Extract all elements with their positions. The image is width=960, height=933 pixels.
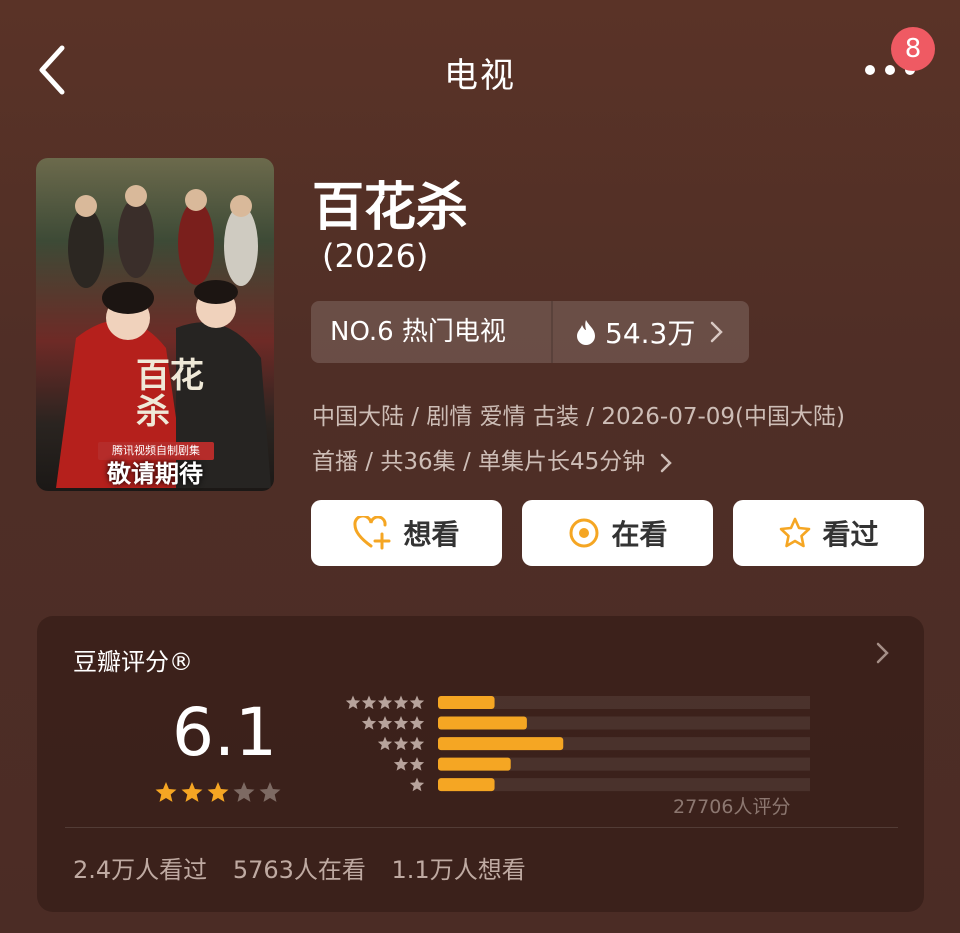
distribution-bar [438,696,495,709]
show-title: 百花杀 [312,178,469,238]
back-button[interactable] [30,40,80,100]
rating-score: 6.1 [172,694,277,771]
show-meta-line2-text: 首播 / 共36集 / 单集片长45分钟 [312,449,646,475]
audience-stats: 2.4万人看过 5763人在看 1.1万人想看 [73,850,544,885]
distribution-star [377,716,393,730]
poster-calligraphy: 百花杀 [136,356,204,432]
rating-star [233,782,255,802]
distribution-star [409,757,425,771]
star-outline-icon [780,517,811,548]
rank-label: NO.6 热门电视 [311,301,553,363]
distribution-star [377,736,393,751]
rating-stars [155,782,281,802]
chevron-left-icon [39,45,65,95]
watching-button[interactable]: 在看 [522,500,713,566]
distribution-star [393,695,409,710]
watched-button[interactable]: 看过 [733,500,924,566]
heat-value: 54.3万 [605,317,696,350]
chevron-right-icon [711,321,724,343]
distribution-row [345,695,810,710]
want-count: 1.1万人想看 [391,856,526,884]
heat-indicator[interactable]: 54.3万 [553,301,749,363]
rating-star [181,782,203,802]
distribution-bar [438,716,527,730]
watched-label: 看过 [822,518,879,551]
watching-count: 5763人在看 [232,856,366,884]
rating-source-label: 豆瓣评分® [73,648,193,676]
poster-image[interactable]: 百花杀 腾讯视频自制剧集 敬请期待 [36,158,274,491]
page-title: 电视 [444,56,516,96]
chevron-right-icon [876,642,889,664]
distribution-row [361,716,810,730]
rating-count: 27706人评分 [673,796,791,818]
rating-distribution [345,695,810,792]
distribution-row [393,757,810,771]
rating-star [155,782,177,802]
distribution-row [377,736,810,751]
top-bar: 电视 8 [0,0,960,140]
distribution-star [361,695,377,710]
heart-plus-icon [353,516,391,550]
distribution-star [393,736,409,751]
distribution-star [409,716,425,730]
distribution-star [393,757,409,771]
distribution-star [409,777,425,792]
want-label: 想看 [403,518,460,551]
distribution-star [393,716,409,730]
rating-star [207,782,229,802]
poster-coming-soon: 敬请期待 [107,460,203,488]
chevron-right-icon [660,453,672,472]
distribution-star [409,695,425,710]
notification-badge: 8 [891,27,935,71]
divider [65,827,898,828]
rating-card[interactable]: 豆瓣评分® 6.1 27706人评分 2.4万人看过 5763人在看 1.1万人… [37,616,924,912]
show-year: (2026) [322,237,429,275]
distribution-star [361,716,377,730]
distribution-row [409,777,810,792]
watched-count: 2.4万人看过 [73,856,208,884]
rating-star [259,782,281,802]
distribution-star [377,695,393,710]
want-to-watch-button[interactable]: 想看 [311,500,502,566]
distribution-star [345,695,361,710]
distribution-star [409,736,425,751]
show-meta-line1: 中国大陆 / 剧情 爱情 古装 / 2026-07-09(中国大陆) [312,404,845,430]
distribution-bar [438,737,564,751]
watching-label: 在看 [611,518,668,551]
target-icon [569,518,599,548]
flame-icon [577,320,595,345]
show-meta-line2[interactable]: 首播 / 共36集 / 单集片长45分钟 [312,442,677,476]
distribution-bar [438,757,511,771]
distribution-bar [438,778,495,792]
rank-box[interactable]: NO.6 热门电视 54.3万 [311,301,749,363]
